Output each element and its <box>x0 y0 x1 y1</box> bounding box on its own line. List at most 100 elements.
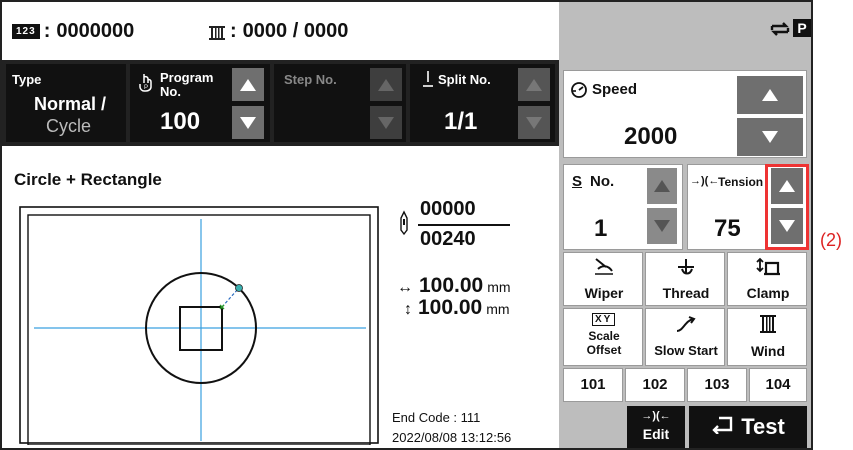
size-y-unit: mm <box>486 301 510 317</box>
fraction-line <box>418 224 510 226</box>
edit-button[interactable]: →)(← Edit <box>627 406 685 448</box>
scale-label: Scale <box>588 329 620 343</box>
return-icon <box>711 416 733 439</box>
down-arrow-icon <box>779 220 795 232</box>
test-label: Test <box>741 414 785 439</box>
scale-offset-button[interactable]: XY Scale Offset <box>563 308 643 366</box>
top-right-status: P <box>559 2 811 60</box>
shortcut-103-button[interactable]: 103 <box>687 368 747 402</box>
slow-start-label: Slow Start <box>654 343 718 358</box>
test-button[interactable]: Test <box>689 406 807 448</box>
stitch-total: 00240 <box>420 228 476 250</box>
up-arrow-icon <box>779 180 795 192</box>
shortcut-104-button[interactable]: 104 <box>749 368 807 402</box>
s-no-prefix: S <box>572 173 583 190</box>
wiper-button[interactable]: Wiper <box>563 252 643 306</box>
program-value: 100 <box>160 108 201 135</box>
down-arrow-icon <box>762 131 778 143</box>
down-arrow-icon <box>526 116 542 129</box>
split-up-button[interactable] <box>518 68 550 101</box>
shortcut-102-button[interactable]: 102 <box>625 368 685 402</box>
wiper-label: Wiper <box>584 285 624 301</box>
stitch-current: 00000 <box>420 198 476 220</box>
up-arrow-icon <box>240 78 256 91</box>
size-x-value: 100.00 <box>419 274 484 297</box>
step-down-button[interactable] <box>370 106 402 139</box>
edit-label: Edit <box>642 426 670 442</box>
wiper-icon <box>592 257 616 282</box>
program-label-2: No. <box>160 84 181 99</box>
up-arrow-icon <box>654 180 670 192</box>
type-button[interactable]: Type Normal / Cycle <box>6 64 126 142</box>
up-arrow-icon <box>378 78 394 91</box>
s-no-value: 1 <box>594 215 608 242</box>
speed-up-button[interactable] <box>737 76 803 114</box>
down-arrow-icon <box>240 116 256 129</box>
up-arrow-icon <box>526 78 542 91</box>
horizontal-arrow-icon: ↔ <box>397 279 413 296</box>
bobbin-value: 0000 / 0000 <box>242 20 349 42</box>
datetime: 2022/08/08 13:12:56 <box>392 430 512 445</box>
down-arrow-icon <box>378 116 394 129</box>
type-value-2: Cycle <box>46 116 92 136</box>
slow-start-icon <box>674 315 698 340</box>
needle-icon <box>398 210 410 241</box>
speed-gauge-icon <box>570 81 588 104</box>
step-label: Step No. <box>284 72 337 87</box>
program-icon: P <box>138 72 156 97</box>
speed-value: 2000 <box>624 123 678 150</box>
tension-up-button[interactable] <box>771 168 803 204</box>
right-panel: Speed 2000 S No. 1 →)(← Tension 75 Wiper… <box>559 60 811 448</box>
shortcut-101-button[interactable]: 101 <box>563 368 623 402</box>
s-no-down-button[interactable] <box>647 208 677 244</box>
wind-label: Wind <box>750 343 786 359</box>
type-label: Type <box>12 72 42 87</box>
down-arrow-icon <box>654 220 670 232</box>
size-x: ↔ 100.00 mm <box>397 274 511 298</box>
tension-label: Tension <box>718 175 764 189</box>
program-up-button[interactable] <box>232 68 264 101</box>
step-up-button[interactable] <box>370 68 402 101</box>
split-down-button[interactable] <box>518 106 550 139</box>
thread-icon <box>674 257 698 282</box>
pattern-preview[interactable] <box>18 205 380 445</box>
tension-down-button[interactable] <box>771 208 803 244</box>
repeat-icon[interactable] <box>767 16 793 47</box>
slow-start-button[interactable]: Slow Start <box>645 308 725 366</box>
counter-badge: 123 <box>12 24 40 39</box>
size-y: ↕ 100.00 mm <box>404 296 510 320</box>
clamp-button[interactable]: Clamp <box>727 252 807 306</box>
preview-inner-frame <box>27 214 371 445</box>
wind-button[interactable]: Wind <box>727 308 807 366</box>
info-row: Type Normal / Cycle P Program No. 100 St… <box>2 60 559 146</box>
counter-value: 0000000 <box>56 20 135 42</box>
split-label: Split No. <box>438 72 491 87</box>
bobbin-wind-icon <box>758 313 778 340</box>
program-label: Program <box>160 70 214 85</box>
bobbin-icon <box>208 24 226 40</box>
size-y-value: 100.00 <box>418 296 483 319</box>
preview-frame <box>19 206 379 444</box>
s-no-label: No. <box>590 173 615 190</box>
program-down-button[interactable] <box>232 106 264 139</box>
annotation-label: (2) <box>820 230 842 250</box>
speed-label: Speed <box>592 81 638 98</box>
needle-position-marker <box>235 284 243 292</box>
thread-button[interactable]: Thread <box>645 252 725 306</box>
clamp-label: Clamp <box>746 285 790 301</box>
tension-edit-icon: →)(← <box>641 410 671 422</box>
offset-label: Offset <box>586 343 622 357</box>
bobbin-counter: : 0000 / 0000 <box>208 20 348 43</box>
pattern-title: Circle + Rectangle <box>14 170 162 189</box>
svg-text:P: P <box>144 85 148 91</box>
jump-line <box>221 288 239 308</box>
split-value: 1/1 <box>444 108 478 135</box>
s-no-up-button[interactable] <box>647 168 677 204</box>
p-icon: P <box>793 19 811 37</box>
speed-down-button[interactable] <box>737 118 803 156</box>
vertical-arrow-icon: ↕ <box>404 301 412 318</box>
size-x-unit: mm <box>487 279 511 295</box>
type-value: Normal / <box>34 94 107 114</box>
needle-icon <box>422 70 434 93</box>
top-status-bar: 123 : 0000000 : 0000 / 0000 <box>2 2 559 60</box>
